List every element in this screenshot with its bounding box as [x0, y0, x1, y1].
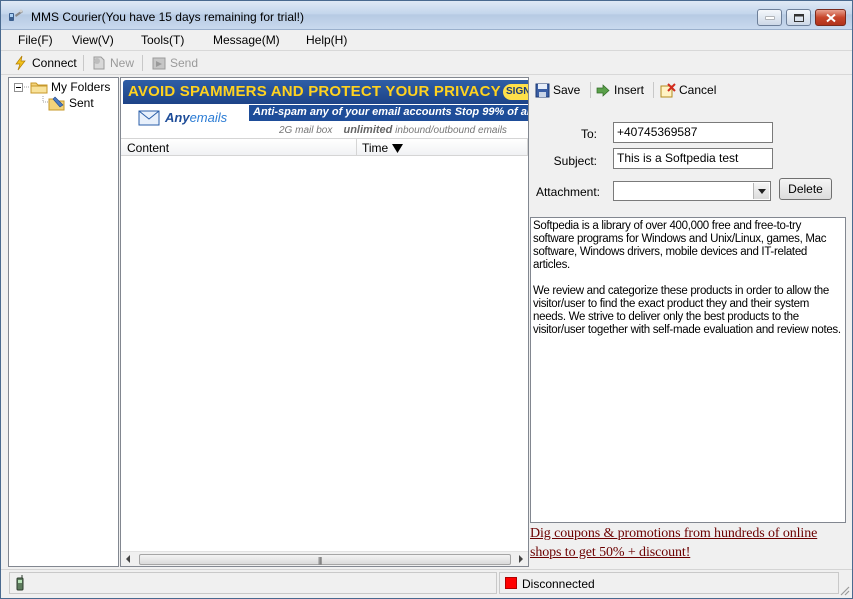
insert-label: Insert	[614, 83, 645, 97]
delete-attachment-button[interactable]: Delete	[779, 178, 832, 200]
banner-headline-bar: AVOID SPAMMERS AND PROTECT YOUR PRIVACY …	[123, 80, 528, 104]
chevron-down-icon[interactable]	[753, 183, 769, 199]
status-section-connection: Disconnected	[499, 572, 839, 594]
menu-tools[interactable]: Tools(T)	[141, 33, 184, 47]
tree-item-label: Sent	[69, 96, 94, 110]
banner-logo-part2: emails	[189, 110, 228, 125]
lightning-icon	[15, 55, 26, 71]
new-label: New	[110, 56, 135, 70]
resize-grip-icon[interactable]	[838, 584, 850, 596]
message-list-header: Content Time	[121, 138, 528, 156]
cancel-button[interactable]: Cancel	[660, 81, 716, 99]
scroll-left-icon[interactable]	[126, 555, 130, 563]
connect-label: Connect	[32, 56, 77, 70]
connection-status-indicator	[505, 577, 517, 589]
insert-button[interactable]: Insert	[596, 81, 644, 99]
banner-headline: AVOID SPAMMERS AND PROTECT YOUR PRIVACY	[128, 83, 501, 100]
window-title: MMS Courier(You have 15 days remaining f…	[31, 10, 305, 24]
new-button[interactable]: New	[91, 54, 134, 72]
toolbar-separator	[83, 55, 84, 71]
close-icon	[825, 13, 836, 22]
connection-status-text: Disconnected	[522, 577, 595, 591]
toolbar-separator	[590, 82, 591, 98]
attachment-select[interactable]	[613, 181, 771, 201]
banner-tagline-bar: Anti-spam any of your email accounts Sto…	[249, 105, 528, 121]
tree-item-my-folders[interactable]: My Folders	[30, 80, 110, 94]
toolbar-separator	[653, 82, 654, 98]
column-header-time[interactable]: Time	[362, 141, 403, 155]
subject-label: Subject:	[553, 154, 597, 168]
banner-features: 2G mail box unlimited inbound/outbound e…	[279, 124, 507, 136]
send-icon	[152, 57, 166, 70]
menu-view[interactable]: View(V)	[72, 33, 114, 47]
menu-message[interactable]: Message(M)	[213, 33, 280, 47]
column-separator[interactable]	[527, 139, 528, 156]
send-label: Send	[170, 56, 199, 70]
column-header-content[interactable]: Content	[127, 141, 169, 155]
maximize-icon	[793, 13, 804, 22]
ad-banner[interactable]: AVOID SPAMMERS AND PROTECT YOUR PRIVACY …	[121, 78, 528, 136]
sent-folder-icon	[48, 96, 65, 111]
status-bar: Disconnected	[1, 569, 852, 598]
column-separator[interactable]	[356, 139, 357, 156]
menu-file[interactable]: File(F)	[18, 33, 53, 47]
to-field[interactable]: +40745369587	[613, 122, 773, 143]
menu-help[interactable]: Help(H)	[306, 33, 347, 47]
sort-descending-icon	[391, 144, 403, 153]
phone-status-icon	[16, 575, 24, 591]
send-button[interactable]: Send	[151, 54, 198, 72]
horizontal-scrollbar[interactable]: |||	[121, 551, 528, 566]
minimize-icon	[765, 16, 774, 19]
new-document-icon	[93, 56, 105, 70]
subject-field[interactable]: This is a Softpedia test	[613, 148, 773, 169]
mms-phone-icon	[8, 8, 24, 22]
cancel-label: Cancel	[679, 83, 717, 97]
save-label: Save	[553, 83, 581, 97]
close-button[interactable]	[815, 9, 846, 26]
folder-tree: My Folders Sent	[8, 77, 119, 567]
app-window: MMS Courier(You have 15 days remaining f…	[0, 0, 853, 599]
banner-feature-3: inbound/outbound emails	[395, 125, 507, 136]
body-paragraph: We review and categorize these products …	[533, 285, 841, 336]
envelope-icon	[138, 110, 160, 126]
status-section-main	[9, 572, 497, 594]
coupon-ad-link[interactable]: Dig coupons & promotions from hundreds o…	[530, 524, 846, 562]
save-button[interactable]: Save	[535, 81, 580, 99]
banner-logo: Anyemails	[165, 110, 227, 125]
tree-item-label: My Folders	[51, 80, 111, 94]
banner-logo-part1: Any	[165, 110, 190, 125]
menu-bar: File(F) View(V) Tools(T) Message(M) Help…	[1, 30, 852, 50]
minimize-button[interactable]	[757, 9, 782, 26]
title-bar[interactable]: MMS Courier(You have 15 days remaining f…	[1, 1, 852, 30]
scrollbar-thumb[interactable]: |||	[139, 554, 511, 565]
banner-sign-button[interactable]: SIGN	[503, 84, 528, 100]
maximize-button[interactable]	[786, 9, 811, 26]
main-toolbar: Connect New Send	[1, 50, 852, 75]
attachment-label: Attachment:	[535, 185, 600, 199]
banner-tagline: Anti-spam any of your email accounts Sto…	[253, 106, 528, 118]
column-header-time-label: Time	[362, 141, 389, 155]
scrollbar-grip-icon: |||	[318, 556, 322, 565]
banner-feature-2: unlimited	[343, 124, 393, 136]
banner-feature-1: 2G mail box	[279, 125, 333, 136]
message-list-pane: AVOID SPAMMERS AND PROTECT YOUR PRIVACY …	[120, 77, 529, 567]
floppy-disk-icon	[535, 83, 550, 97]
arrow-insert-icon	[596, 83, 610, 97]
connect-button[interactable]: Connect	[13, 54, 77, 72]
folder-icon	[30, 82, 48, 94]
scroll-right-icon[interactable]	[519, 555, 523, 563]
to-label: To:	[580, 127, 597, 141]
cancel-x-icon	[660, 82, 676, 97]
message-body-textarea[interactable]: Softpedia is a library of over 400,000 f…	[530, 217, 846, 523]
body-paragraph: Softpedia is a library of over 400,000 f…	[533, 220, 827, 271]
toolbar-separator	[142, 55, 143, 71]
tree-item-sent[interactable]: Sent	[48, 95, 94, 111]
compose-pane: Save Insert Cancel To: +40745369587 Subj…	[529, 77, 847, 567]
